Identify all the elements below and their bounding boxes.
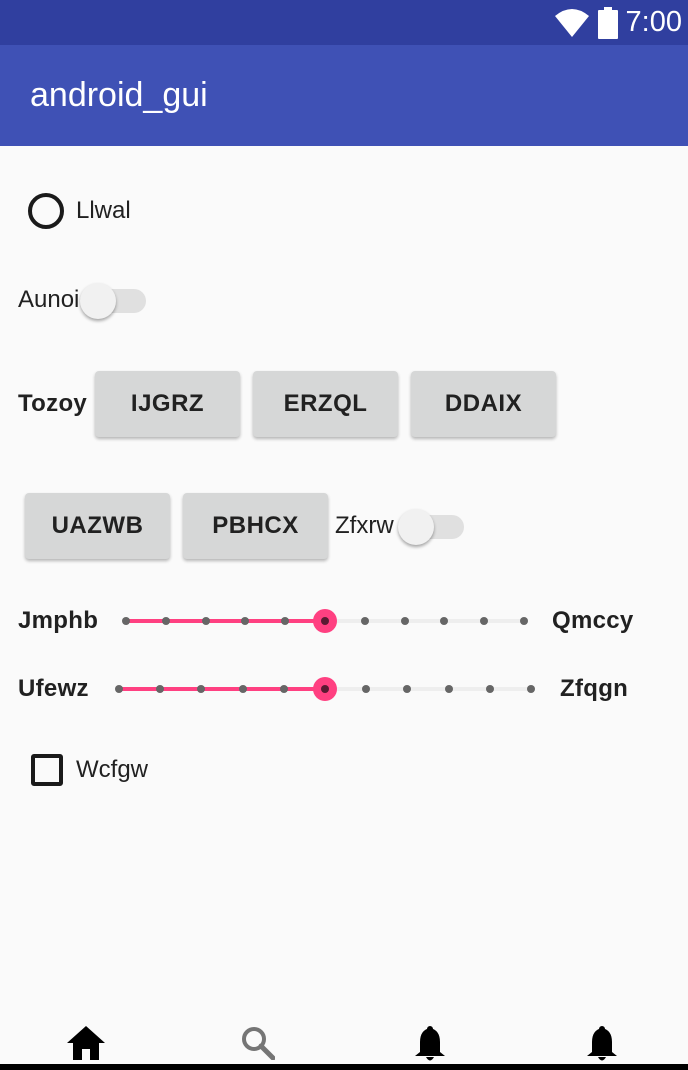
- slider-tick: [281, 617, 290, 625]
- slider-tick: [440, 617, 449, 625]
- slider-tick: [360, 617, 369, 625]
- slider-tick: [444, 685, 453, 693]
- checkbox-icon[interactable]: [31, 754, 63, 786]
- status-bar: 7:00: [0, 0, 688, 45]
- slider-ufewz-zfqgn[interactable]: [115, 677, 535, 701]
- slider-thumb[interactable]: [313, 677, 337, 701]
- home-icon[interactable]: [67, 1026, 105, 1065]
- slider-2-right-label: Zfqgn: [560, 675, 629, 702]
- slider-tick: [520, 617, 528, 625]
- notifications-icon[interactable]: [587, 1026, 617, 1067]
- checkbox-wcfgw[interactable]: Wcfgw: [31, 754, 148, 786]
- app-title: android_gui: [30, 76, 208, 114]
- slider-tick: [156, 685, 165, 693]
- button-row-label: Tozoy: [18, 390, 88, 417]
- battery-icon: [597, 6, 618, 39]
- slider-tick: [161, 617, 170, 625]
- switch-thumb: [80, 283, 116, 319]
- slider-tick: [480, 617, 489, 625]
- button-uazwb[interactable]: UAZWB: [25, 493, 170, 559]
- slider-track-fill: [126, 619, 325, 623]
- slider-tick: [400, 617, 409, 625]
- bottom-navigation: [0, 1010, 688, 1070]
- switch-zfxrw[interactable]: [398, 508, 468, 546]
- switch-aunoi[interactable]: [80, 282, 150, 320]
- switch-aunoi-label: Aunoi: [18, 286, 80, 313]
- button-erzql[interactable]: ERZQL: [253, 371, 398, 437]
- slider-tick: [197, 685, 206, 693]
- slider-tick: [201, 617, 210, 625]
- slider-tick: [362, 685, 371, 693]
- slider-2-left-label: Ufewz: [18, 675, 89, 702]
- nav-item-search[interactable]: [172, 1010, 344, 1066]
- checkbox-label: Wcfgw: [76, 756, 148, 783]
- slider-tick: [279, 685, 288, 693]
- slider-track-fill: [119, 687, 325, 691]
- slider-tick: [115, 685, 123, 693]
- app-bar: android_gui: [0, 45, 688, 146]
- slider-tick: [527, 685, 535, 693]
- notifications-icon[interactable]: [415, 1026, 445, 1067]
- slider-1-left-label: Jmphb: [18, 607, 99, 634]
- radio-label: Llwal: [76, 197, 131, 224]
- slider-tick: [403, 685, 412, 693]
- switch-zfxrw-label: Zfxrw: [335, 512, 394, 539]
- slider-tick: [485, 685, 494, 693]
- switch-thumb: [398, 509, 434, 545]
- slider-1-right-label: Qmccy: [552, 607, 634, 634]
- radio-button-icon[interactable]: [28, 193, 64, 229]
- slider-jmphb-qmccy[interactable]: [122, 609, 528, 633]
- slider-thumb[interactable]: [313, 609, 337, 633]
- button-ddaix[interactable]: DDAIX: [411, 371, 556, 437]
- button-ijgrz[interactable]: IJGRZ: [95, 371, 240, 437]
- slider-tick: [122, 617, 130, 625]
- search-icon[interactable]: [241, 1026, 276, 1065]
- bottom-divider: [0, 1064, 688, 1070]
- slider-tick: [241, 617, 250, 625]
- nav-item-home[interactable]: [0, 1010, 172, 1066]
- button-pbhcx[interactable]: PBHCX: [183, 493, 328, 559]
- nav-item-notifications[interactable]: [344, 1010, 516, 1066]
- radio-llwal[interactable]: Llwal: [28, 193, 131, 229]
- wifi-icon: [554, 8, 590, 38]
- nav-item-notifications-2[interactable]: [516, 1010, 688, 1066]
- slider-tick: [238, 685, 247, 693]
- status-clock: 7:00: [625, 6, 682, 38]
